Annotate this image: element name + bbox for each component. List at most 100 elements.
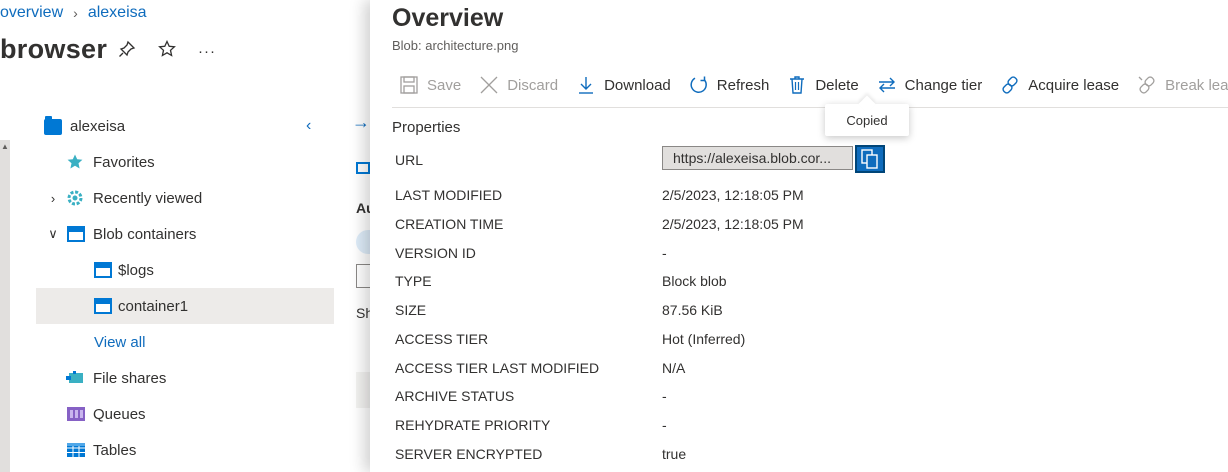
refresh-icon <box>688 74 710 96</box>
discard-button[interactable]: Discard <box>478 74 558 96</box>
star-favorite-icon[interactable] <box>158 39 176 63</box>
tree-item-label: File shares <box>93 369 167 387</box>
property-row: ACCESS TIER Hot (Inferred) <box>395 327 1195 355</box>
property-value: 87.56 KiB <box>662 302 723 318</box>
storage-account-icon <box>44 116 62 135</box>
property-value: 2/5/2023, 12:18:05 PM <box>662 216 804 232</box>
download-label: Download <box>604 76 671 94</box>
break-lease-label: Break lease <box>1165 76 1228 94</box>
container-icon <box>356 162 370 174</box>
tree-item-recently-viewed[interactable]: › Recently viewed <box>36 180 334 216</box>
broken-link-icon <box>1136 74 1158 96</box>
breadcrumb: overview › alexeisa <box>0 4 147 22</box>
delete-label: Delete <box>815 76 859 94</box>
property-key: CREATION TIME <box>395 216 504 232</box>
chevron-right-icon: › <box>73 5 78 21</box>
property-key: SERVER ENCRYPTED <box>395 446 543 462</box>
change-tier-label: Change tier <box>904 76 983 94</box>
tree-item-label: alexeisa <box>70 117 126 135</box>
tree-item-label: $logs <box>118 261 154 279</box>
property-row: LAST MODIFIED 2/5/2023, 12:18:05 PM <box>395 183 1195 211</box>
breadcrumb-overview-link[interactable]: overview <box>0 4 63 22</box>
property-row: ACCESS TIER LAST MODIFIED N/A <box>395 356 1195 384</box>
tree-item-label: Tables <box>93 441 137 459</box>
collapse-chevron-icon[interactable]: ‹ <box>306 117 311 135</box>
tree-item-logs[interactable]: $logs <box>36 252 334 288</box>
blob-overview-panel: Overview Blob: architecture.png Save Dis… <box>370 0 1228 472</box>
copy-to-clipboard-button[interactable] <box>855 145 885 173</box>
container-icon <box>94 262 112 278</box>
tree-item-blob-containers[interactable]: ∨ Blob containers <box>36 216 334 252</box>
pin-icon[interactable] <box>118 40 136 63</box>
change-tier-button[interactable]: Change tier <box>876 74 983 96</box>
refresh-button[interactable]: Refresh <box>688 74 769 96</box>
page-title: browser <box>0 34 108 64</box>
property-key: TYPE <box>395 273 432 289</box>
property-row: TYPE Block blob <box>395 269 1195 297</box>
star-icon <box>66 153 84 175</box>
property-value: Block blob <box>662 273 727 289</box>
panel-subtitle: Blob: architecture.png <box>392 38 519 53</box>
peek-icon: → <box>352 112 370 132</box>
view-all-label: View all <box>94 333 146 351</box>
tree-item-favorites[interactable]: Favorites <box>36 144 334 180</box>
toolbar-divider <box>392 107 1228 108</box>
tree-item-label: container1 <box>118 297 189 315</box>
property-key: ARCHIVE STATUS <box>395 388 515 404</box>
property-key: URL <box>395 152 424 168</box>
copied-tooltip: Copied <box>825 104 909 136</box>
property-key: ACCESS TIER LAST MODIFIED <box>395 360 600 376</box>
url-field[interactable]: https://alexeisa.blob.cor... <box>662 146 853 170</box>
section-heading: Properties <box>392 119 461 136</box>
view-all-link[interactable]: View all <box>36 324 334 360</box>
save-icon <box>398 74 420 96</box>
chevron-down-icon[interactable]: ∨ <box>45 226 61 242</box>
gear-icon <box>66 189 84 211</box>
tree-item-account[interactable]: alexeisa ‹ <box>36 108 334 144</box>
property-value: - <box>662 388 667 404</box>
download-icon <box>575 74 597 96</box>
table-icon <box>67 443 85 461</box>
tree-item-label: Recently viewed <box>93 189 203 207</box>
property-key: VERSION ID <box>395 245 476 261</box>
storage-browser-background: overview › alexeisa browser ··· ▲ alexei… <box>0 0 375 472</box>
tree-item-label: Blob containers <box>93 225 197 243</box>
tree-item-label: Queues <box>93 405 146 423</box>
panel-title: Overview <box>392 4 504 32</box>
property-value: 2/5/2023, 12:18:05 PM <box>662 187 804 203</box>
tree-item-label: Favorites <box>93 153 155 171</box>
property-value: N/A <box>662 360 686 376</box>
acquire-lease-button[interactable]: Acquire lease <box>999 74 1119 96</box>
property-row: SIZE 87.56 KiB <box>395 298 1195 326</box>
property-row: SERVER ENCRYPTED true <box>395 442 1195 470</box>
breadcrumb-account-link[interactable]: alexeisa <box>88 4 147 22</box>
swap-arrows-icon <box>876 74 898 96</box>
property-row: REHYDRATE PRIORITY - <box>395 413 1195 441</box>
acquire-lease-label: Acquire lease <box>1028 76 1120 94</box>
property-row: CREATION TIME 2/5/2023, 12:18:05 PM <box>395 212 1195 240</box>
property-row: VERSION ID - <box>395 241 1195 269</box>
tree-item-tables[interactable]: Tables <box>36 432 334 468</box>
save-button[interactable]: Save <box>398 74 461 96</box>
property-key: REHYDRATE PRIORITY <box>395 417 551 433</box>
break-lease-button[interactable]: Break lease <box>1136 74 1228 96</box>
peek-box <box>356 372 370 408</box>
chevron-right-icon[interactable]: › <box>45 191 61 206</box>
scroll-up-icon[interactable]: ▲ <box>0 142 10 151</box>
property-key: SIZE <box>395 302 427 318</box>
link-icon <box>999 74 1021 96</box>
tree-item-file-shares[interactable]: File shares <box>36 360 334 396</box>
scrollbar[interactable] <box>0 140 10 472</box>
property-value: true <box>662 446 687 462</box>
copy-icon <box>861 149 879 169</box>
tree-item-container1[interactable]: container1 <box>36 288 334 324</box>
trash-icon <box>786 74 808 96</box>
file-share-icon <box>66 370 84 390</box>
command-bar: Save Discard Download Refresh Delete Cha… <box>398 72 1228 98</box>
property-key: ACCESS TIER <box>395 331 489 347</box>
delete-button[interactable]: Delete <box>786 74 859 96</box>
save-label: Save <box>427 76 462 94</box>
more-options-icon[interactable]: ··· <box>198 43 216 60</box>
tree-item-queues[interactable]: Queues <box>36 396 334 432</box>
download-button[interactable]: Download <box>575 74 671 96</box>
